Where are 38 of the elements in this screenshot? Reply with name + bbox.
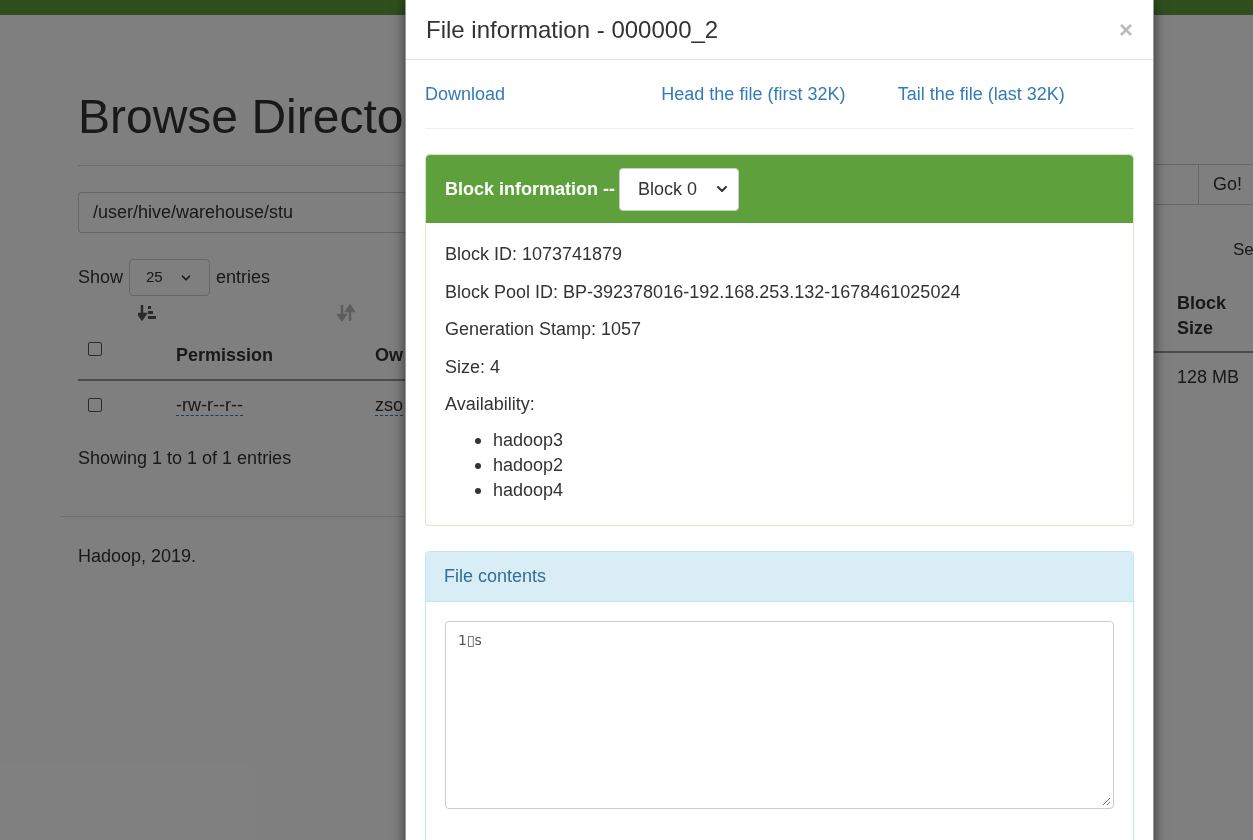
host-name: hadoop2 [493,454,564,477]
file-link[interactable]: Tail the file (last 32K) [897,80,1134,108]
block-detail: Generation Stamp: 1057 [445,318,643,341]
panel-title: Block information -- [445,177,615,201]
path-field[interactable]: /user/hive/warehouse/stu [78,192,405,233]
bullet-icon [475,487,481,494]
file-contents-textarea[interactable]: 1▯s [445,621,1114,809]
table-info: Showing 1 to 1 of 1 entries [78,447,293,470]
host-name: hadoop4 [493,479,564,502]
bullet-icon [475,437,481,444]
entries-label: entries [216,266,271,289]
column-header[interactable]: Block Size [1177,291,1237,341]
block-select[interactable]: Block 0 [619,167,739,211]
footer-text: Hadoop, 2019. [78,545,198,568]
block-detail: Size: 4 [445,355,502,379]
file-link[interactable]: Download [425,80,662,108]
show-label: Show [78,266,124,289]
table-cell-text: zso [375,393,403,418]
column-header[interactable]: Permission [176,345,274,365]
page-size-select[interactable]: 25 [129,259,211,296]
panel-title: File contents [444,565,547,588]
column-header[interactable]: Ow [375,345,403,365]
block-detail: Block Pool ID: BP-392378016-192.168.253.132-1678461025024 [445,280,962,304]
availability-label: Availability: [445,393,536,416]
table-cell-text: 128 MB [1177,365,1240,389]
file-link[interactable]: Head the file (first 32K) [661,80,898,108]
checkbox[interactable] [88,398,102,412]
page-title: Browse Directo [78,89,405,145]
go-button[interactable]: Go! [1198,164,1253,205]
resize-handle-icon[interactable] [1102,797,1111,806]
search-label: Se [1233,238,1253,261]
checkbox[interactable] [88,342,102,356]
block-detail: Block ID: 1073741879 [445,243,624,266]
dialog-title: File information - 000000_2 [426,14,719,45]
host-name: hadoop3 [493,429,564,452]
table-cell-text: -rw-r--r-- [176,393,244,418]
bullet-icon [475,462,481,469]
sort-descending-icon[interactable] [138,304,158,322]
